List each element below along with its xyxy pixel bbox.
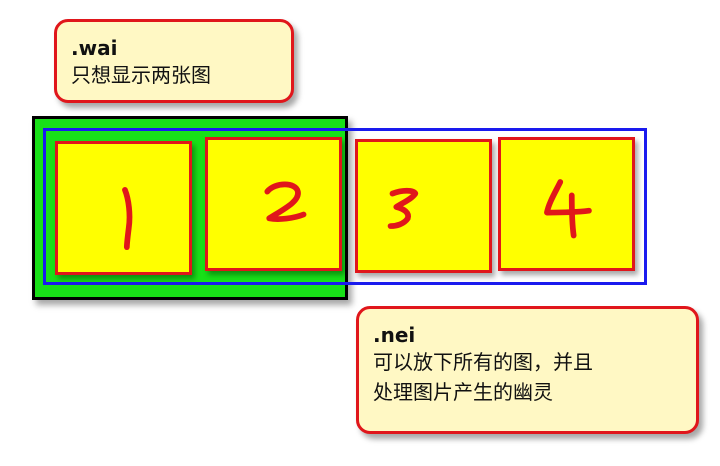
nei-container-box [43, 128, 647, 285]
nei-callout: .nei 可以放下所有的图，并且 处理图片产生的幽灵 [356, 306, 699, 434]
wai-callout-description: 只想显示两张图 [71, 63, 211, 87]
nei-callout-description-line1: 可以放下所有的图，并且 [373, 350, 593, 374]
wai-callout: .wai 只想显示两张图 [54, 19, 294, 103]
nei-callout-description-line2: 处理图片产生的幽灵 [373, 380, 553, 404]
wai-callout-title: .wai [71, 36, 118, 60]
nei-callout-title: .nei [373, 323, 416, 347]
